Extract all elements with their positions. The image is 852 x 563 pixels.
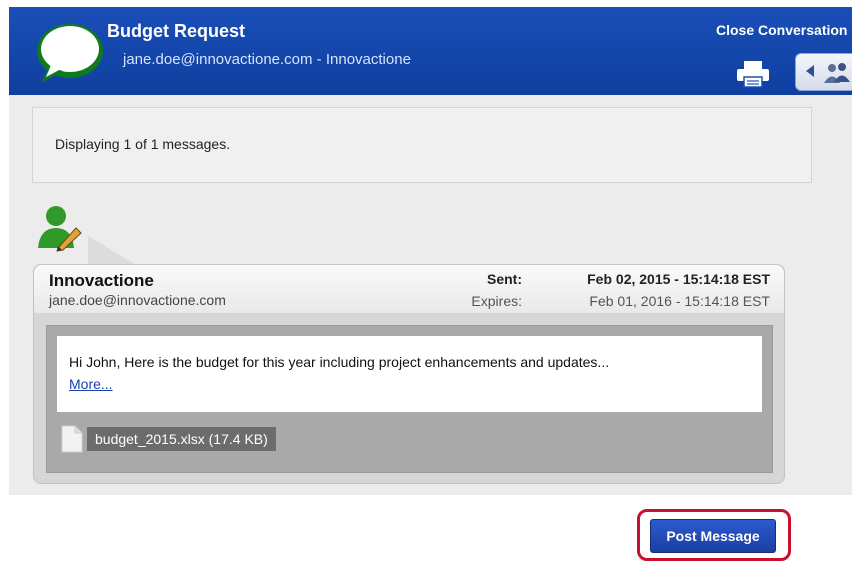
sent-label: Sent: bbox=[487, 271, 522, 287]
expires-date: Feb 01, 2016 - 15:14:18 EST bbox=[589, 293, 770, 309]
conversation-subtitle: jane.doe@innovactione.com - Innovactione bbox=[123, 51, 411, 68]
conversation-title: Budget Request bbox=[107, 21, 246, 41]
attachment-item[interactable]: budget_2015.xlsx (17.4 KB) bbox=[61, 425, 276, 453]
message-pointer bbox=[88, 236, 138, 266]
close-conversation-link[interactable]: Close Conversation bbox=[716, 22, 847, 38]
message-card: Innovactione jane.doe@innovactione.com S… bbox=[33, 264, 785, 484]
printer-icon[interactable] bbox=[735, 59, 771, 89]
message-body: Hi John, Here is the budget for this yea… bbox=[57, 336, 762, 412]
user-edit-icon bbox=[38, 206, 82, 252]
message-count-text: Displaying 1 of 1 messages. bbox=[55, 136, 231, 152]
more-link[interactable]: More... bbox=[69, 376, 113, 392]
sender-name: Innovactione bbox=[49, 271, 154, 290]
message-text: Hi John, Here is the budget for this yea… bbox=[69, 354, 610, 370]
message-content-area: Hi John, Here is the budget for this yea… bbox=[46, 325, 773, 473]
people-icon bbox=[824, 63, 850, 83]
participants-button[interactable] bbox=[795, 53, 852, 91]
post-message-button[interactable]: Post Message bbox=[650, 519, 776, 553]
conversation-header: Budget Request jane.doe@innovactione.com… bbox=[9, 7, 852, 95]
sender-email: jane.doe@innovactione.com bbox=[49, 292, 226, 308]
chevron-left-icon bbox=[806, 65, 814, 77]
expires-label: Expires: bbox=[471, 293, 522, 309]
attachment-label[interactable]: budget_2015.xlsx (17.4 KB) bbox=[87, 427, 276, 451]
speech-bubble-icon bbox=[37, 24, 103, 83]
post-message-highlight: Post Message bbox=[637, 509, 791, 561]
sent-date: Feb 02, 2015 - 15:14:18 EST bbox=[587, 271, 770, 287]
message-count-box: Displaying 1 of 1 messages. bbox=[32, 107, 812, 183]
file-icon bbox=[61, 425, 83, 453]
message-header: Innovactione jane.doe@innovactione.com S… bbox=[34, 265, 784, 313]
